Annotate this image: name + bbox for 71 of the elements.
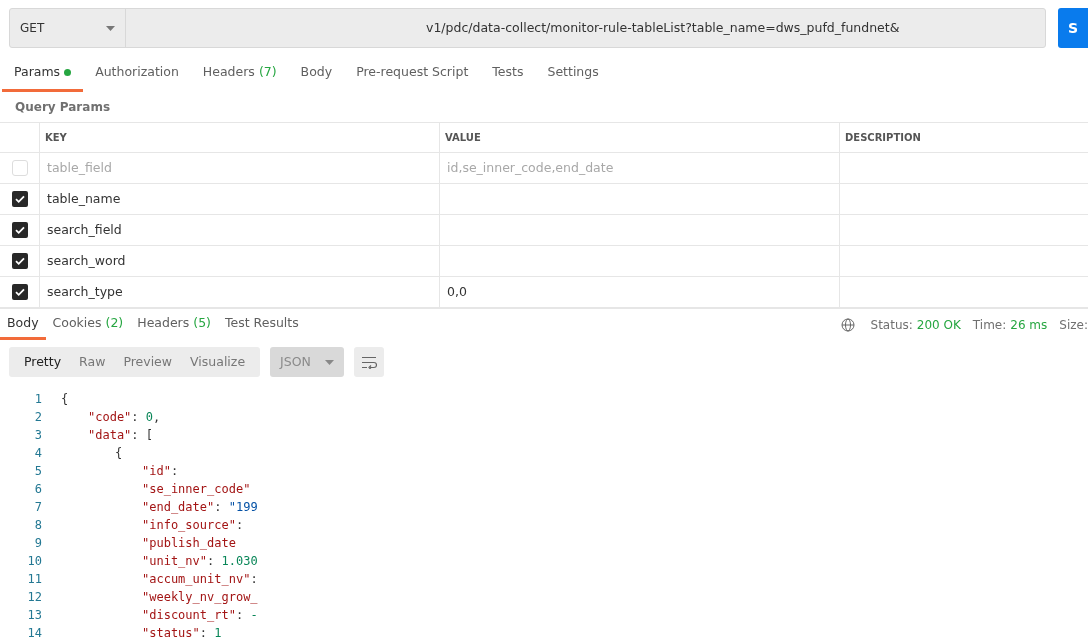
response-tab[interactable]: Body (0, 309, 46, 341)
column-header: VALUE (445, 131, 481, 146)
request-tab[interactable]: Body (288, 55, 345, 92)
status-value: 26 ms (1010, 316, 1048, 334)
line-number: 6 (33, 481, 42, 498)
line-number: 8 (33, 517, 42, 534)
view-mode-tab[interactable]: Preview (114, 349, 182, 376)
column-header: DESCRIPTION (845, 131, 921, 146)
param-value[interactable]: 0,0 (447, 282, 467, 302)
check-icon (14, 286, 26, 299)
check-icon (14, 255, 26, 268)
response-tab[interactable]: Cookies (2) (45, 309, 131, 341)
section-title: Query Params (14, 99, 112, 117)
code-line: "info_source": (142, 517, 244, 534)
code-line: "se_inner_code" (142, 481, 251, 498)
param-key[interactable]: search_field (47, 220, 122, 240)
code-line: "unit_nv": 1.030 (142, 553, 258, 570)
code-line: { (115, 445, 123, 462)
code-line: "end_date": "199 (142, 499, 258, 516)
view-mode-tab[interactable]: Pretty (15, 349, 71, 376)
code-line: "code": 0, (88, 409, 161, 426)
line-number: 7 (33, 499, 42, 516)
status-label: Size: (1059, 316, 1088, 334)
code-line: "data": [ (88, 427, 154, 444)
view-mode-tab[interactable]: Raw (70, 349, 115, 376)
check-icon (14, 224, 26, 237)
code-line: "id": (142, 463, 179, 480)
response-tab[interactable]: Headers (5) (130, 309, 218, 341)
param-key[interactable]: search_type (47, 282, 123, 302)
view-mode-tab[interactable]: Visualize (181, 349, 255, 376)
check-icon (14, 193, 26, 206)
request-tab[interactable]: Headers (7) (190, 55, 289, 92)
param-key[interactable]: table_name (47, 189, 121, 209)
checkbox[interactable] (12, 191, 28, 208)
line-number: 2 (33, 409, 42, 426)
code-line: "publish_date (142, 535, 236, 552)
line-number: 13 (26, 607, 42, 624)
code-line: "accum_unit_nv": (142, 571, 258, 588)
request-tab[interactable]: Tests (480, 55, 536, 92)
caret-icon (325, 359, 335, 365)
line-number: 1 (33, 391, 42, 408)
send-button[interactable]: S (1058, 8, 1088, 49)
status-label: Time: (972, 316, 1007, 334)
checkbox[interactable] (12, 253, 28, 270)
request-tab[interactable]: Params (2, 55, 84, 92)
request-tab[interactable]: Pre-request Script (344, 55, 481, 92)
column-header: KEY (45, 131, 67, 146)
checkbox[interactable] (12, 284, 28, 301)
line-number: 10 (26, 553, 42, 570)
status-label: Status: (870, 316, 913, 334)
request-tab[interactable]: Settings (535, 55, 611, 92)
checkbox[interactable] (12, 222, 28, 239)
checkbox[interactable] (12, 160, 28, 177)
param-key[interactable]: search_word (47, 251, 126, 271)
line-number: 9 (33, 535, 42, 552)
line-number: 5 (33, 463, 42, 480)
wrap-button[interactable] (354, 347, 385, 378)
line-number: 4 (33, 445, 42, 462)
code-line: { (61, 391, 69, 408)
wrap-lines-icon (361, 355, 378, 369)
code-line: "weekly_nv_grow_ (142, 589, 258, 606)
response-tab[interactable]: Test Results (218, 309, 306, 341)
code-line: "discount_rt": - (142, 607, 258, 624)
status-value: 200 OK (916, 316, 961, 334)
line-number: 3 (33, 427, 42, 444)
globe-icon[interactable] (840, 317, 855, 332)
code-line: "status": 1 (142, 625, 222, 642)
line-number: 11 (26, 571, 42, 588)
line-number: 14 (26, 625, 42, 642)
line-number: 12 (26, 589, 42, 606)
request-tab[interactable]: Authorization (83, 55, 191, 92)
